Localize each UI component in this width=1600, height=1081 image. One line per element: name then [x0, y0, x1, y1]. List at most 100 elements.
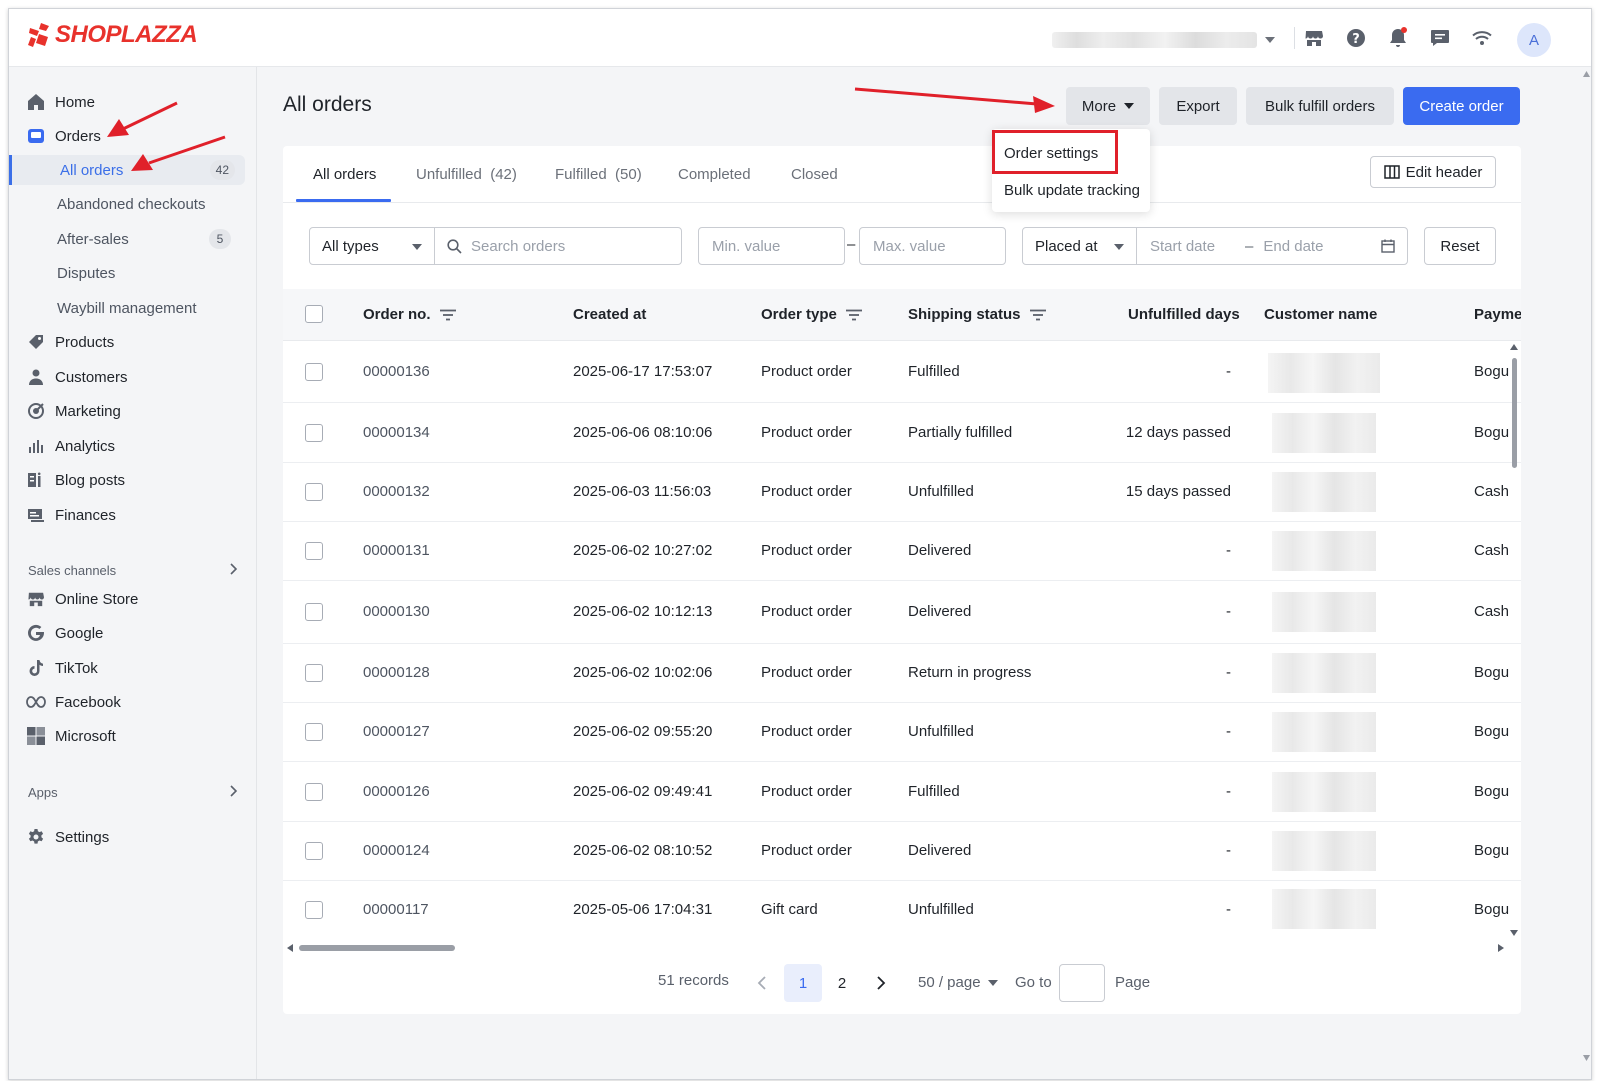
more-button[interactable]: More	[1066, 87, 1150, 125]
tab-fulfilled[interactable]: Fulfilled (50)	[555, 166, 642, 202]
tab-all-orders[interactable]: All orders	[313, 166, 376, 202]
order-number-link[interactable]: 00000124	[363, 842, 430, 859]
scroll-up-icon[interactable]	[1510, 344, 1518, 350]
sidebar-item-settings[interactable]: Settings	[25, 822, 109, 852]
edit-header-button[interactable]: Edit header	[1370, 156, 1496, 188]
page-size-select[interactable]: 50 / page	[918, 974, 998, 991]
table-row[interactable]: 00000134 2025-06-06 08:10:06 Product ord…	[283, 403, 1521, 463]
order-number-link[interactable]: 00000128	[363, 664, 430, 681]
sidebar-item-abandoned-checkouts[interactable]: Abandoned checkouts	[57, 189, 247, 219]
prev-page-icon[interactable]	[757, 976, 767, 990]
scroll-down-icon[interactable]	[1510, 930, 1518, 936]
row-checkbox[interactable]	[305, 901, 323, 919]
table-row[interactable]: 00000126 2025-06-02 09:49:41 Product ord…	[283, 762, 1521, 822]
sidebar-item-analytics[interactable]: Analytics	[25, 431, 115, 461]
vertical-scroll-thumb[interactable]	[1512, 358, 1517, 468]
sidebar-item-waybill-management[interactable]: Waybill management	[57, 293, 247, 323]
sidebar-item-online-store[interactable]: Online Store	[25, 584, 138, 614]
filter-icon[interactable]	[1029, 309, 1047, 321]
menu-item-bulk-update-tracking[interactable]: Bulk update tracking	[1004, 182, 1140, 199]
order-number-link[interactable]: 00000131	[363, 542, 430, 559]
sidebar-item-google[interactable]: Google	[25, 618, 103, 648]
date-range-picker[interactable]: Start date – End date	[1136, 227, 1408, 265]
shoplazza-logo[interactable]: SHOPLAZZA	[27, 21, 198, 49]
sidebar-item-home[interactable]: Home	[25, 87, 95, 117]
order-number-link[interactable]: 00000117	[363, 901, 429, 918]
sidebar-item-products[interactable]: Products	[25, 327, 114, 357]
page-1-button[interactable]: 1	[784, 964, 822, 1002]
table-row[interactable]: 00000128 2025-06-02 10:02:06 Product ord…	[283, 644, 1521, 703]
date-field-select[interactable]: Placed at	[1022, 227, 1137, 265]
column-shipping-status[interactable]: Shipping status	[908, 306, 1047, 323]
row-checkbox[interactable]	[305, 483, 323, 501]
column-order-type[interactable]: Order type	[761, 306, 863, 323]
filter-icon[interactable]	[439, 309, 457, 321]
scroll-down-icon[interactable]	[1583, 1055, 1590, 1061]
sidebar-item-finances[interactable]: Finances	[25, 500, 116, 530]
max-value-input[interactable]: Max. value	[859, 227, 1006, 265]
column-customer-name[interactable]: Customer name	[1264, 306, 1377, 323]
sidebar-item-all-orders[interactable]: All orders 42	[9, 155, 245, 185]
min-value-input[interactable]: Min. value	[698, 227, 845, 265]
row-checkbox[interactable]	[305, 723, 323, 741]
search-input[interactable]: Search orders	[434, 227, 682, 265]
avatar[interactable]: A	[1517, 23, 1551, 57]
row-checkbox[interactable]	[305, 664, 323, 682]
scroll-left-icon[interactable]	[287, 944, 293, 952]
store-selector[interactable]	[1052, 29, 1277, 51]
sidebar-item-tiktok[interactable]: TikTok	[25, 653, 98, 683]
row-checkbox[interactable]	[305, 542, 323, 560]
window-scrollbar[interactable]	[1582, 69, 1591, 1069]
page-2-button[interactable]: 2	[823, 964, 861, 1002]
table-row[interactable]: 00000132 2025-06-03 11:56:03 Product ord…	[283, 463, 1521, 522]
column-order-no[interactable]: Order no.	[363, 306, 457, 323]
help-icon[interactable]: ?	[1344, 26, 1368, 50]
order-number-link[interactable]: 00000126	[363, 783, 430, 800]
table-row[interactable]: 00000136 2025-06-17 17:53:07 Product ord…	[283, 342, 1521, 403]
column-payment[interactable]: Paymer	[1474, 306, 1521, 323]
create-order-button[interactable]: Create order	[1403, 87, 1520, 125]
sidebar-item-orders[interactable]: Orders	[25, 121, 101, 151]
row-checkbox[interactable]	[305, 603, 323, 621]
bell-icon[interactable]	[1386, 26, 1410, 50]
table-row[interactable]: 00000131 2025-06-02 10:27:02 Product ord…	[283, 522, 1521, 581]
scroll-up-icon[interactable]	[1583, 71, 1590, 77]
chat-icon[interactable]	[1428, 26, 1452, 50]
next-page-icon[interactable]	[876, 976, 886, 990]
sidebar-item-microsoft[interactable]: Microsoft	[25, 721, 116, 751]
table-row[interactable]: 00000130 2025-06-02 10:12:13 Product ord…	[283, 581, 1521, 644]
column-created-at[interactable]: Created at	[573, 306, 646, 323]
horizontal-scroll-thumb[interactable]	[299, 945, 455, 951]
sales-channels-section[interactable]: Sales channels	[28, 563, 238, 578]
tab-unfulfilled[interactable]: Unfulfilled (42)	[416, 166, 517, 202]
filter-icon[interactable]	[845, 309, 863, 321]
sidebar-item-facebook[interactable]: Facebook	[25, 687, 121, 717]
table-row[interactable]: 00000127 2025-06-02 09:55:20 Product ord…	[283, 703, 1521, 762]
row-checkbox[interactable]	[305, 363, 323, 381]
select-all-checkbox[interactable]	[305, 305, 323, 323]
apps-section[interactable]: Apps	[28, 785, 238, 800]
table-row[interactable]: 00000117 2025-05-06 17:04:31 Gift card U…	[283, 881, 1521, 939]
row-checkbox[interactable]	[305, 842, 323, 860]
bulk-fulfill-orders-button[interactable]: Bulk fulfill orders	[1246, 87, 1394, 125]
reset-button[interactable]: Reset	[1424, 227, 1496, 265]
sidebar-item-after-sales[interactable]: After-sales 5	[57, 224, 247, 254]
sidebar-item-marketing[interactable]: Marketing	[25, 396, 121, 426]
order-number-link[interactable]: 00000132	[363, 483, 430, 500]
row-checkbox[interactable]	[305, 783, 323, 801]
order-type-select[interactable]: All types	[309, 227, 435, 265]
table-row[interactable]: 00000124 2025-06-02 08:10:52 Product ord…	[283, 822, 1521, 881]
wifi-icon[interactable]	[1470, 26, 1494, 50]
tab-closed[interactable]: Closed	[791, 166, 838, 202]
order-number-link[interactable]: 00000127	[363, 723, 430, 740]
column-unfulfilled-days[interactable]: Unfulfilled days	[1128, 306, 1240, 323]
scroll-right-icon[interactable]	[1498, 944, 1504, 952]
order-number-link[interactable]: 00000130	[363, 603, 430, 620]
export-button[interactable]: Export	[1159, 87, 1237, 125]
tab-completed[interactable]: Completed	[678, 166, 751, 202]
sidebar-item-blog-posts[interactable]: Blog posts	[25, 465, 125, 495]
sidebar-item-disputes[interactable]: Disputes	[57, 258, 247, 288]
sidebar-item-customers[interactable]: Customers	[25, 362, 128, 392]
order-number-link[interactable]: 00000134	[363, 424, 430, 441]
order-number-link[interactable]: 00000136	[363, 363, 430, 380]
